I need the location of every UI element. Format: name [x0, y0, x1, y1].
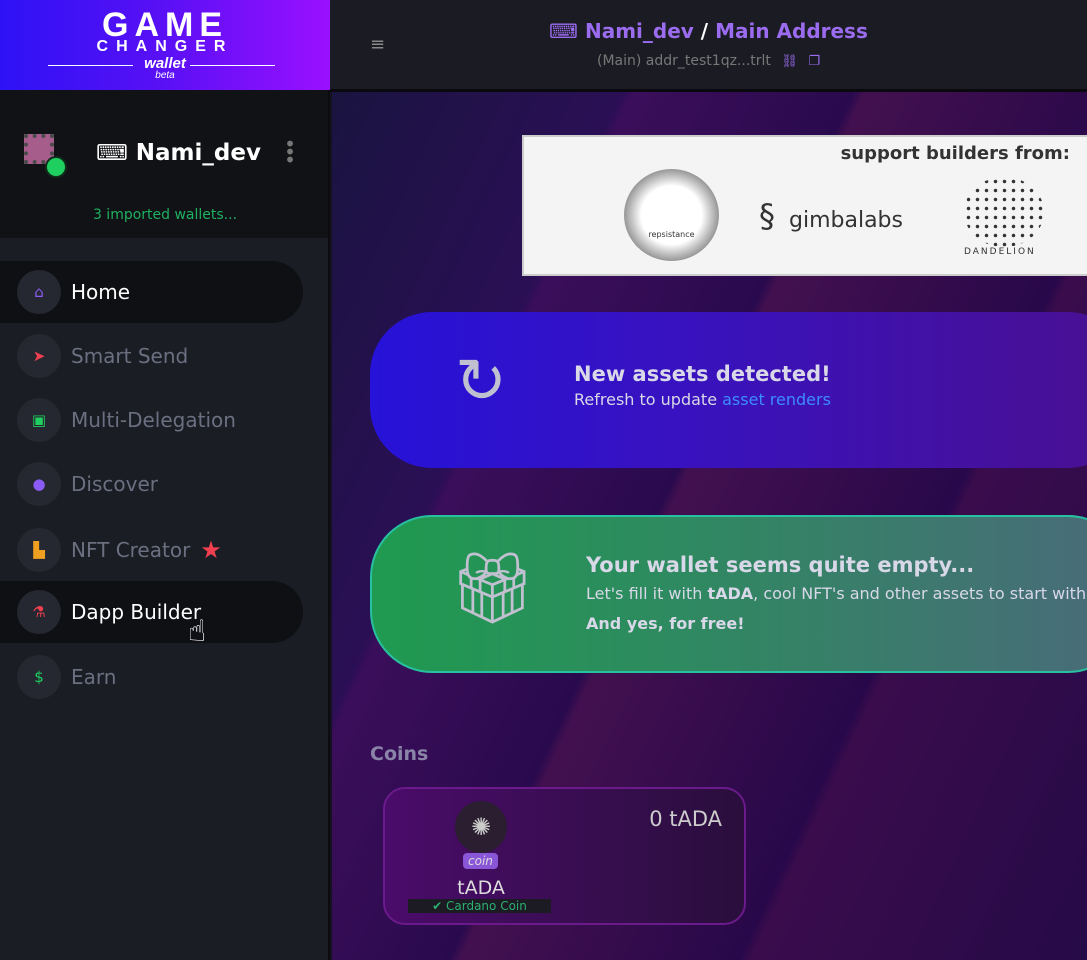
- more-vertical-icon[interactable]: • • •: [284, 134, 296, 170]
- sidebar-item-smart-send[interactable]: ➤ Smart Send: [0, 325, 303, 387]
- wallet-name: ⌨ Nami_dev: [96, 140, 261, 166]
- verified-text: Cardano Coin: [446, 899, 527, 913]
- breadcrumb-separator: /: [700, 19, 709, 43]
- coin-amount: 0 tADA: [649, 807, 722, 831]
- hand-cursor-icon: ☝: [188, 614, 207, 649]
- repsistance-logo: repsistance: [624, 169, 719, 261]
- link-icon[interactable]: ⛓: [781, 54, 798, 69]
- card-text: Let's fill it with tADA, cool NFT's and …: [586, 579, 1087, 639]
- gift-icon: ▣: [17, 398, 61, 442]
- sidebar: GAME CHANGER wallet beta ⌨ Nami_dev • • • 3…: [0, 0, 330, 960]
- flask-icon: ⚗: [17, 590, 61, 634]
- logo-text: GAME: [102, 6, 228, 44]
- sidebar-item-label: Earn: [71, 665, 117, 689]
- home-icon: ⌂: [17, 270, 61, 314]
- logo-text: beta: [155, 70, 175, 81]
- wallet-name-label: Nami_dev: [135, 140, 261, 166]
- verified-label: ✔ Cardano Coin: [408, 899, 551, 913]
- main-content: support builders from: repsistance § gimb…: [332, 92, 1087, 960]
- dandelion-text: DANDELION: [964, 247, 1036, 257]
- card-text-part: , cool NFT's and other assets to start w…: [753, 584, 1087, 603]
- breadcrumb-address[interactable]: Main Address: [715, 19, 868, 43]
- check-icon: ✔: [432, 899, 446, 913]
- coin-badge: coin: [463, 853, 498, 869]
- card-text: Refresh to update asset renders: [574, 390, 831, 410]
- new-assets-card[interactable]: ↻ New assets detected! Refresh to update…: [370, 312, 1087, 468]
- sidebar-item-label: Home: [71, 280, 131, 304]
- sidebar-item-discover[interactable]: ● Discover: [0, 453, 303, 515]
- gimbalabs-logo: § gimbalabs: [759, 197, 903, 235]
- online-status-icon: [45, 156, 67, 178]
- sidebar-item-earn[interactable]: $ Earn: [0, 646, 303, 708]
- coin-card-tada[interactable]: ✺ coin tADA ✔ Cardano Coin 0 tADA: [383, 787, 746, 925]
- dollar-icon: $: [17, 655, 61, 699]
- sidebar-item-dapp-builder[interactable]: ⚗ Dapp Builder: [0, 581, 303, 643]
- keyboard-icon: ⌨: [549, 19, 578, 43]
- globe-icon: ●: [17, 462, 61, 506]
- breadcrumb-wallet[interactable]: Nami_dev: [585, 19, 694, 43]
- send-icon: ➤: [17, 334, 61, 378]
- address-line: (Main) addr_test1qz...trlt ⛓ ❐: [330, 53, 1087, 69]
- gamechanger-logo[interactable]: GAME CHANGER wallet beta: [0, 0, 330, 90]
- sidebar-item-label: Smart Send: [71, 344, 189, 368]
- copy-icon[interactable]: ❐: [808, 54, 820, 69]
- empty-wallet-card[interactable]: 🎁︎ Your wallet seems quite empty... Let'…: [370, 515, 1087, 673]
- gift-icon: 🎁︎: [448, 547, 537, 629]
- top-bar: ≡ ⌨ Nami_dev / Main Address (Main) addr_…: [330, 0, 1087, 92]
- cardano-icon: ✺: [455, 801, 507, 853]
- sidebar-item-label: NFT Creator: [71, 538, 191, 562]
- refresh-icon: ↻: [455, 344, 507, 417]
- sidebar-item-label: Discover: [71, 472, 158, 496]
- coin-name: tADA: [457, 877, 505, 899]
- sidebar-item-label: Dapp Builder: [71, 600, 202, 624]
- card-title: Your wallet seems quite empty...: [586, 553, 975, 577]
- card-text-part: Let's fill it with: [586, 584, 708, 603]
- sidebar-item-label: Multi-Delegation: [71, 408, 236, 432]
- card-text-bold: And yes, for free!: [586, 614, 745, 633]
- banner-title: support builders from:: [840, 143, 1070, 164]
- card-text-bold: tADA: [707, 584, 754, 603]
- sponsor-banner[interactable]: support builders from: repsistance § gimb…: [522, 135, 1087, 276]
- sidebar-item-nft-creator[interactable]: ▙ NFT Creator ★: [0, 519, 303, 581]
- imported-wallets-link[interactable]: 3 imported wallets...: [0, 207, 330, 223]
- logo-text: CHANGER: [96, 38, 234, 55]
- card-text-part: Refresh to update: [574, 390, 723, 409]
- address-text: (Main) addr_test1qz...trlt: [597, 53, 771, 69]
- star-icon: ★: [200, 536, 222, 564]
- coins-heading: Coins: [370, 743, 429, 765]
- breadcrumb: ⌨ Nami_dev / Main Address: [330, 19, 1087, 43]
- card-title: New assets detected!: [574, 362, 831, 386]
- keyboard-icon: ⌨: [96, 140, 128, 166]
- gimbalabs-text: gimbalabs: [789, 208, 903, 233]
- dandelion-logo: [964, 177, 1044, 247]
- sidebar-item-home[interactable]: ⌂ Home: [0, 261, 303, 323]
- sidebar-item-multi-delegation[interactable]: ▣ Multi-Delegation: [0, 389, 303, 451]
- asset-renders-link[interactable]: asset renders: [722, 390, 831, 409]
- factory-icon: ▙: [17, 528, 61, 572]
